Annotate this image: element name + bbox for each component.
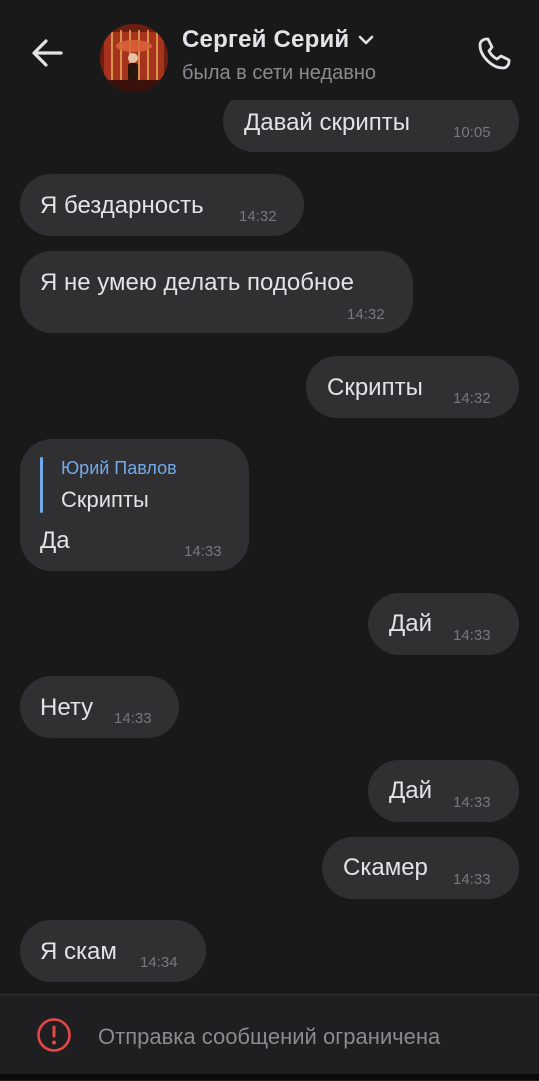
message-text: Дай xyxy=(389,777,433,804)
call-button[interactable] xyxy=(470,30,518,78)
message-text: Скрипты xyxy=(327,374,423,401)
message-time: 14:33 xyxy=(114,710,152,727)
message-bubble-outgoing[interactable]: Дай 14:33 xyxy=(368,760,519,822)
message-list[interactable]: Давай скрипты 10:05 Я бездарность 14:32 … xyxy=(0,0,539,996)
chat-header: Сергей Серий была в сети недавно xyxy=(0,0,539,100)
message-text: Дай xyxy=(389,610,433,637)
chevron-down-icon[interactable] xyxy=(357,34,375,46)
avatar[interactable] xyxy=(100,24,168,92)
reply-quoted-text[interactable]: Скрипты xyxy=(61,487,149,513)
avatar-image xyxy=(100,24,168,92)
message-bubble-incoming-reply[interactable]: Юрий Павлов Скрипты Да 14:33 xyxy=(20,439,249,571)
message-bubble-incoming[interactable]: Я бездарность 14:32 xyxy=(20,174,304,236)
contact-name-row[interactable]: Сергей Серий xyxy=(182,26,375,54)
message-time: 14:32 xyxy=(453,390,491,407)
navigation-bar xyxy=(0,1074,539,1080)
message-text: Скамер xyxy=(343,854,428,881)
message-time: 14:33 xyxy=(453,794,491,811)
composer-restricted-bar: Отправка сообщений ограничена xyxy=(0,994,539,1081)
message-bubble-incoming[interactable]: Я не умею делать подобное 14:32 xyxy=(20,251,413,333)
message-time: 14:33 xyxy=(184,543,222,560)
message-text: Давай скрипты xyxy=(244,109,410,136)
message-time: 14:32 xyxy=(347,306,385,323)
message-text: Я бездарность xyxy=(40,192,204,219)
message-time: 10:05 xyxy=(453,124,491,141)
message-bubble-outgoing[interactable]: Скрипты 14:32 xyxy=(306,356,519,418)
reply-quote-bar xyxy=(40,457,43,513)
restriction-text: Отправка сообщений ограничена xyxy=(98,1024,441,1049)
message-bubble-incoming[interactable]: Я скам 14:34 xyxy=(20,920,206,982)
message-bubble-incoming[interactable]: Нету 14:33 xyxy=(20,676,179,738)
contact-name[interactable]: Сергей Серий xyxy=(182,26,349,54)
phone-icon xyxy=(478,37,511,70)
message-text: Я скам xyxy=(40,938,117,965)
message-text: Я не умею делать подобное xyxy=(40,269,354,296)
message-text: Нету xyxy=(40,694,94,721)
back-button[interactable] xyxy=(24,30,70,76)
message-bubble-outgoing[interactable]: Дай 14:33 xyxy=(368,593,519,655)
message-bubble-outgoing[interactable]: Скамер 14:33 xyxy=(322,837,519,899)
message-time: 14:32 xyxy=(239,208,277,225)
message-time: 14:33 xyxy=(453,627,491,644)
arrow-left-icon xyxy=(32,39,63,67)
message-time: 14:33 xyxy=(453,871,491,888)
message-time: 14:34 xyxy=(140,954,178,971)
reply-author[interactable]: Юрий Павлов xyxy=(61,458,177,479)
contact-status: была в сети недавно xyxy=(182,62,377,84)
exclamation-circle-icon xyxy=(37,1018,71,1052)
message-text: Да xyxy=(40,527,70,554)
